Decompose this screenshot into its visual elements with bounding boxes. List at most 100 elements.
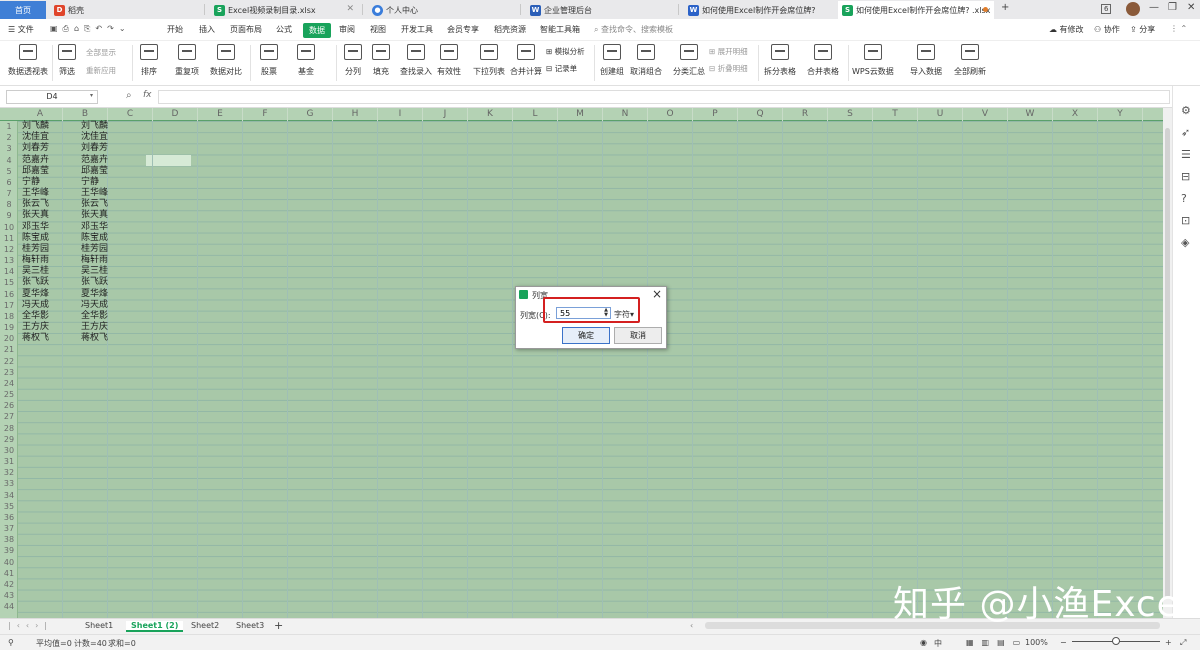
cell-b4[interactable]: 范嘉卉 xyxy=(81,155,108,166)
column-header-r[interactable]: R xyxy=(783,108,828,121)
row-header-15[interactable]: 15 xyxy=(0,277,18,288)
cell-b19[interactable]: 王方庆 xyxy=(81,322,108,333)
cell-b10[interactable]: 邓玉华 xyxy=(81,222,108,233)
input-method[interactable]: 中 xyxy=(934,638,942,649)
column-header-w[interactable]: W xyxy=(1008,108,1053,121)
record-form-button[interactable]: ⊟ 记录单 xyxy=(546,63,577,74)
cell-a20[interactable]: 蒋权飞 xyxy=(22,333,49,344)
column-header-n[interactable]: N xyxy=(603,108,648,121)
cell-b13[interactable]: 梅轩雨 xyxy=(81,255,108,266)
sheet-tab-sheet1[interactable]: Sheet1 xyxy=(85,621,113,630)
collab-button[interactable]: ⚇ 协作 xyxy=(1094,24,1120,35)
fit-window-icon[interactable]: ⤢ xyxy=(1180,638,1186,648)
tab-daoke[interactable]: D 稻壳 xyxy=(50,1,200,19)
refresh-all-button[interactable]: 全部刷新 xyxy=(954,44,986,77)
formula-input[interactable] xyxy=(158,90,1170,104)
sort-button[interactable]: 排序 xyxy=(140,44,158,77)
dropdown-list-button[interactable]: 下拉列表 xyxy=(473,44,505,77)
cell-b15[interactable]: 张飞跃 xyxy=(81,277,108,288)
split-column-button[interactable]: 分列 xyxy=(344,44,362,77)
close-icon[interactable]: ✕ xyxy=(346,4,354,14)
row-header-43[interactable]: 43 xyxy=(0,590,18,601)
cell-a11[interactable]: 陈宝成 xyxy=(22,233,49,244)
row-header-18[interactable]: 18 xyxy=(0,311,18,322)
cell-b16[interactable]: 夏华烽 xyxy=(81,289,108,300)
menu-view[interactable]: 视图 xyxy=(370,24,386,35)
cell-a5[interactable]: 邱嘉莹 xyxy=(22,166,49,177)
row-header-11[interactable]: 11 xyxy=(0,233,18,244)
format-icon[interactable]: ⊟ xyxy=(1181,170,1190,183)
cell-a18[interactable]: 全华影 xyxy=(22,311,49,322)
cell-b8[interactable]: 张云飞 xyxy=(81,199,108,210)
menu-home[interactable]: 开始 xyxy=(167,24,183,35)
row-header-8[interactable]: 8 xyxy=(0,199,18,210)
avatar[interactable] xyxy=(1126,2,1140,16)
cell-b7[interactable]: 王华峰 xyxy=(81,188,108,199)
cell-a1[interactable]: 刘飞麟 xyxy=(22,121,49,132)
cell-b1[interactable]: 刘飞麟 xyxy=(81,121,108,132)
menu-file[interactable]: ☰ 文件 xyxy=(8,24,34,35)
column-header-q[interactable]: Q xyxy=(738,108,783,121)
row-header-19[interactable]: 19 xyxy=(0,322,18,333)
column-header-o[interactable]: O xyxy=(648,108,693,121)
close-window-icon[interactable]: ✕ xyxy=(1187,2,1195,13)
menu-insert[interactable]: 插入 xyxy=(199,24,215,35)
row-header-16[interactable]: 16 xyxy=(0,289,18,300)
sheet-nav-arrows[interactable]: |‹‹›| xyxy=(8,621,53,630)
close-icon[interactable]: × xyxy=(652,287,662,301)
column-header-x[interactable]: X xyxy=(1053,108,1098,121)
split-table-button[interactable]: 拆分表格 xyxy=(764,44,796,77)
row-header-33[interactable]: 33 xyxy=(0,478,18,489)
row-header-3[interactable]: 3 xyxy=(0,143,18,154)
row-header-10[interactable]: 10 xyxy=(0,222,18,233)
eye-icon[interactable]: ◉ xyxy=(920,638,927,647)
row-header-2[interactable]: 2 xyxy=(0,132,18,143)
column-header-d[interactable]: D xyxy=(153,108,198,121)
column-header-m[interactable]: M xyxy=(558,108,603,121)
cell-grid[interactable]: 刘飞麟 刘飞麟 沈佳宜 沈佳宜 刘春芳 刘春芳 范嘉卉 范嘉卉 邱嘉莹 邱嘉莹 宁静 宁静 王华峰 王华峰… xyxy=(18,121,1163,618)
validity-button[interactable]: 有效性 xyxy=(437,44,461,77)
zoom-level[interactable]: 100% xyxy=(1025,638,1048,647)
column-header-g[interactable]: G xyxy=(288,108,333,121)
row-header-5[interactable]: 5 xyxy=(0,166,18,177)
data-compare-button[interactable]: 数据对比 xyxy=(210,44,242,77)
column-header-c[interactable]: C xyxy=(108,108,153,121)
column-header-v[interactable]: V xyxy=(963,108,1008,121)
minimize-icon[interactable]: — xyxy=(1149,2,1159,13)
cell-a14[interactable]: 吴三桂 xyxy=(22,266,49,277)
column-header-h[interactable]: H xyxy=(333,108,378,121)
column-header-f[interactable]: F xyxy=(243,108,288,121)
menu-data[interactable]: 数据 xyxy=(303,23,331,38)
help-icon[interactable]: ? xyxy=(1181,192,1187,205)
row-header-9[interactable]: 9 xyxy=(0,210,18,221)
row-header-29[interactable]: 29 xyxy=(0,434,18,445)
row-header-23[interactable]: 23 xyxy=(0,367,18,378)
view-mode-icons[interactable]: ▦▥▤▭ xyxy=(966,638,1028,647)
cell-b18[interactable]: 全华影 xyxy=(81,311,108,322)
column-header-b[interactable]: B xyxy=(63,108,108,121)
pivot-table-button[interactable]: 数据透视表 xyxy=(8,44,48,77)
menu-daoke-res[interactable]: 稻壳资源 xyxy=(494,24,526,35)
vertical-scrollbar[interactable] xyxy=(1163,108,1172,618)
cell-a8[interactable]: 张云飞 xyxy=(22,199,49,210)
cell-b5[interactable]: 邱嘉莹 xyxy=(81,166,108,177)
cell-b6[interactable]: 宁静 xyxy=(81,177,99,188)
row-header-1[interactable]: 1 xyxy=(0,121,18,132)
collapse-detail-button[interactable]: ⊟ 折叠明细 xyxy=(709,63,748,74)
row-header-4[interactable]: 4 xyxy=(0,155,18,166)
location-icon[interactable]: ◈ xyxy=(1181,236,1189,249)
create-group-button[interactable]: 创建组 xyxy=(600,44,624,77)
tab-active-xlsx[interactable]: S 如何使用Excel制作开会席位牌? .xlsx xyxy=(838,1,994,19)
row-header-39[interactable]: 39 xyxy=(0,545,18,556)
cell-a7[interactable]: 王华峰 xyxy=(22,188,49,199)
cell-a16[interactable]: 夏华烽 xyxy=(22,289,49,300)
menu-review[interactable]: 审阅 xyxy=(339,24,355,35)
column-header-u[interactable]: U xyxy=(918,108,963,121)
stock-button[interactable]: 股票 xyxy=(260,44,278,77)
column-header-p[interactable]: P xyxy=(693,108,738,121)
column-header-l[interactable]: L xyxy=(513,108,558,121)
cell-b11[interactable]: 陈宝成 xyxy=(81,233,108,244)
cell-a2[interactable]: 沈佳宜 xyxy=(22,132,49,143)
row-header-32[interactable]: 32 xyxy=(0,467,18,478)
ok-button[interactable]: 确定 xyxy=(562,327,610,344)
